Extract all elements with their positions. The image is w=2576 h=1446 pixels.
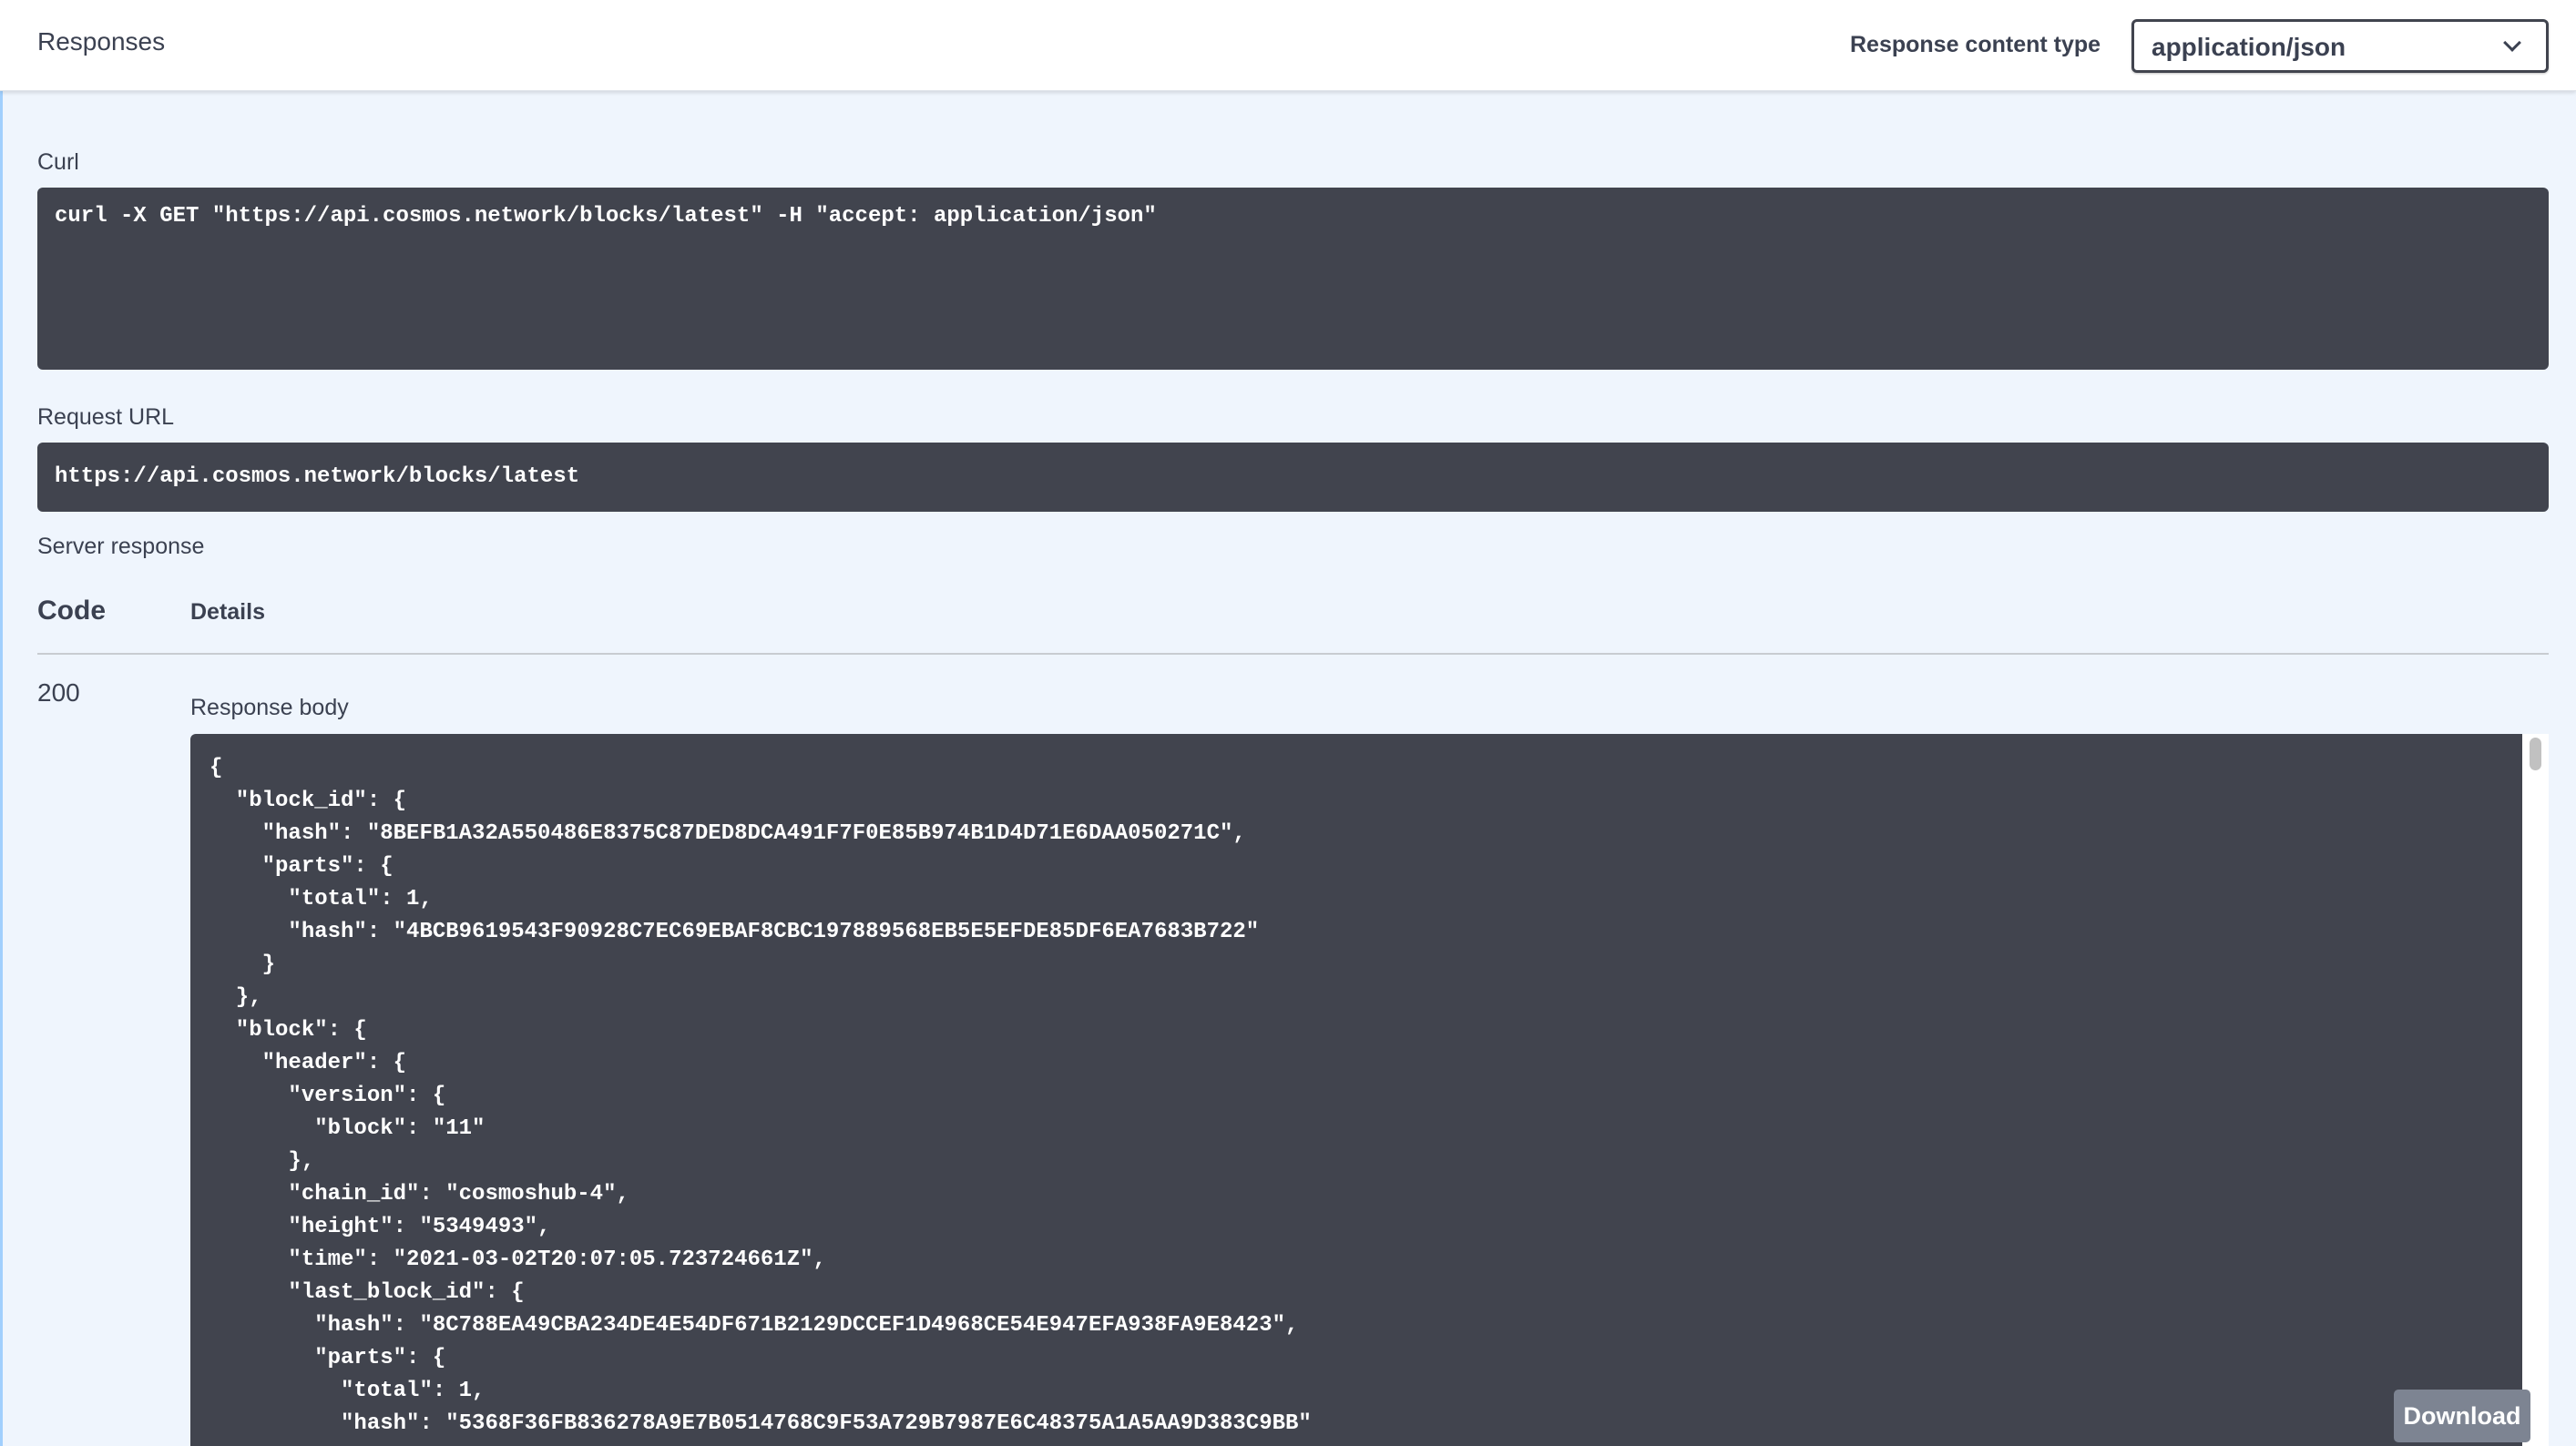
chevron-down-icon bbox=[2503, 34, 2521, 52]
content-type-select[interactable]: application/json bbox=[2131, 19, 2549, 73]
content-type-label: Response content type bbox=[1850, 32, 2101, 57]
server-response-label: Server response bbox=[37, 534, 205, 559]
curl-label: Curl bbox=[37, 149, 79, 175]
scrollbar-thumb[interactable] bbox=[2530, 738, 2541, 770]
responses-header: Responses Response content type applicat… bbox=[0, 0, 2576, 91]
details-column-header: Details bbox=[190, 599, 265, 625]
responses-title: Responses bbox=[37, 27, 166, 56]
request-url-label: Request URL bbox=[37, 404, 175, 430]
content-type-value: application/json bbox=[2152, 33, 2346, 61]
download-button[interactable]: Download bbox=[2394, 1390, 2530, 1442]
response-body-label: Response body bbox=[190, 695, 349, 720]
code-column-header: Code bbox=[37, 596, 106, 626]
curl-code-block[interactable]: curl -X GET "https://api.cosmos.network/… bbox=[37, 188, 2549, 370]
response-body-json: { "block_id": { "hash": "8BEFB1A32A55048… bbox=[210, 756, 1312, 1436]
request-url-block[interactable]: https://api.cosmos.network/blocks/latest bbox=[37, 443, 2549, 512]
response-status-code: 200 bbox=[37, 678, 80, 707]
response-body-block[interactable]: { "block_id": { "hash": "8BEFB1A32A55048… bbox=[190, 734, 2522, 1446]
table-divider bbox=[37, 653, 2549, 655]
request-url-value: https://api.cosmos.network/blocks/latest bbox=[55, 464, 580, 489]
curl-command: curl -X GET "https://api.cosmos.network/… bbox=[55, 204, 1157, 229]
response-body-scrollbar[interactable] bbox=[2522, 734, 2549, 1446]
left-accent-rule bbox=[0, 0, 3, 1446]
